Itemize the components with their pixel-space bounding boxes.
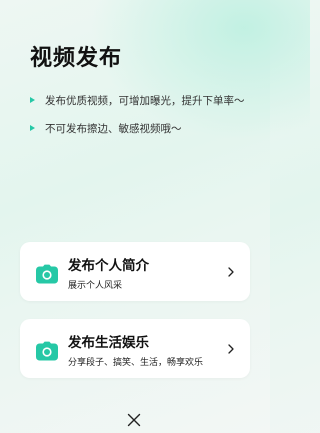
triangle-right-icon — [30, 97, 35, 103]
publish-entertainment-card[interactable]: 发布生活娱乐 分享段子、搞笑、生活，畅享欢乐 — [20, 319, 250, 378]
card-subtitle: 展示个人风采 — [68, 281, 123, 291]
chevron-right-icon — [228, 267, 234, 277]
camera-icon — [36, 264, 58, 284]
card-title: 发布生活娱乐 — [68, 335, 149, 351]
card-subtitle: 分享段子、搞笑、生活，畅享欢乐 — [68, 358, 204, 368]
camera-icon — [36, 341, 58, 361]
card-title: 发布个人简介 — [68, 258, 149, 274]
tip-item: 不可发布擦边、敏感视频哦～ — [30, 120, 245, 136]
tips-list: 发布优质视频，可增加曝光，提升下单率～ 不可发布擦边、敏感视频哦～ — [30, 92, 245, 148]
page-title: 视频发布 — [30, 46, 123, 71]
chevron-right-icon — [228, 344, 234, 354]
publish-profile-card[interactable]: 发布个人简介 展示个人风采 — [20, 242, 250, 301]
close-icon[interactable] — [127, 413, 141, 427]
tip-text: 发布优质视频，可增加曝光，提升下单率～ — [45, 94, 245, 107]
triangle-right-icon — [30, 125, 35, 131]
tip-item: 发布优质视频，可增加曝光，提升下单率～ — [30, 92, 245, 108]
tip-text: 不可发布擦边、敏感视频哦～ — [45, 122, 182, 135]
